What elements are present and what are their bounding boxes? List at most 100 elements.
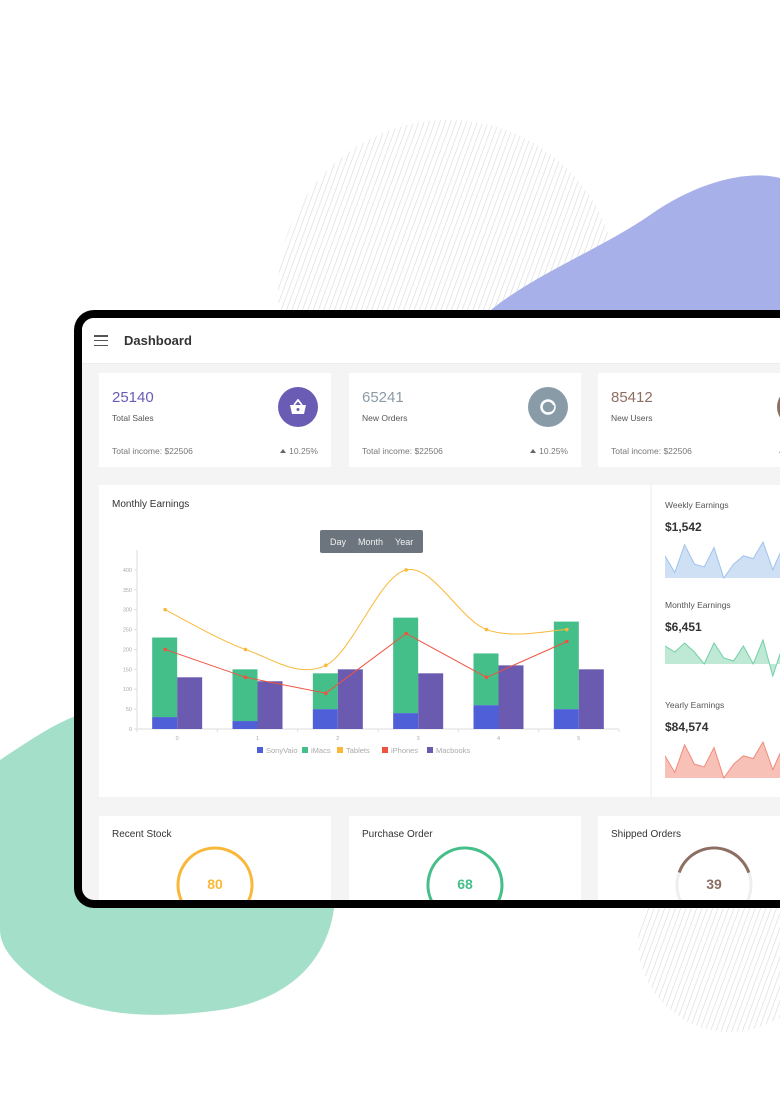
range-day-button[interactable]: Day xyxy=(324,537,352,547)
x-tick-label: 1 xyxy=(256,736,259,742)
point-tablets xyxy=(484,627,489,632)
stat-card-new-users: 85412 New Users Total income: $22506 10.… xyxy=(598,373,780,467)
legend-swatch xyxy=(257,747,263,753)
point-tablets xyxy=(243,647,248,652)
card-title: Shipped Orders xyxy=(611,829,682,840)
stat-label: Total Sales xyxy=(112,413,154,423)
legend-swatch xyxy=(427,747,433,753)
earnings-summary-card: Weekly Earnings $1,542 Monthly Earnings … xyxy=(652,485,780,797)
bar-sonyvaio xyxy=(152,717,178,729)
stat-income: Total income: $22506 xyxy=(112,446,193,456)
stat-card-total-sales: 25140 Total Sales Total income: $22506 1… xyxy=(99,373,331,467)
stat-value: 25140 xyxy=(112,389,154,406)
point-tablets xyxy=(404,568,408,572)
bar-imacs xyxy=(473,653,499,706)
yearly-earnings-value: $84,574 xyxy=(665,720,709,734)
bar-macbooks xyxy=(257,681,283,729)
legend-item-iphones: iPhones xyxy=(382,746,418,755)
bar-macbooks xyxy=(498,665,524,729)
legend-swatch xyxy=(337,747,343,753)
weekly-earnings-value: $1,542 xyxy=(665,520,702,534)
bar-sonyvaio xyxy=(473,705,499,729)
stat-change: 10.25% xyxy=(530,446,568,456)
stat-income: Total income: $22506 xyxy=(362,446,443,456)
stat-label: New Orders xyxy=(362,413,408,423)
point-iphones xyxy=(484,675,489,680)
legend-label: iPhones xyxy=(391,746,418,755)
bar-sonyvaio xyxy=(232,721,258,729)
gauge-track xyxy=(675,846,753,900)
bar-sonyvaio xyxy=(312,709,338,729)
stat-label: New Users xyxy=(611,413,653,423)
y-tick-label: 400 xyxy=(123,568,132,574)
trend-up-icon xyxy=(530,449,537,453)
bar-macbooks xyxy=(177,677,203,729)
legend-item-tablets: Tablets xyxy=(337,746,370,755)
x-tick-label: 4 xyxy=(497,736,500,742)
gauge-value: 80 xyxy=(207,876,223,892)
legend-label: Macbooks xyxy=(436,746,470,755)
point-iphones xyxy=(324,691,328,695)
bar-macbooks xyxy=(337,669,363,729)
hamburger-icon[interactable] xyxy=(94,335,108,346)
bar-macbooks xyxy=(418,673,444,729)
gauge-track xyxy=(426,846,504,900)
legend-item-sonyvaio: SonyVaio xyxy=(257,746,298,755)
range-month-button[interactable]: Month xyxy=(352,537,389,547)
x-tick-label: 2 xyxy=(336,736,339,742)
card-title: Monthly Earnings xyxy=(112,499,190,510)
legend-swatch xyxy=(302,747,308,753)
legend-label: Tablets xyxy=(346,746,370,755)
bar-macbooks xyxy=(578,669,604,729)
line-tablets xyxy=(164,569,567,671)
gauge-track xyxy=(176,846,254,900)
point-iphones xyxy=(243,675,248,680)
legend-item-macbooks: Macbooks xyxy=(427,746,470,755)
gauge-value: 39 xyxy=(706,876,722,892)
y-tick-label: 0 xyxy=(129,727,132,733)
pie-chart-icon xyxy=(528,387,568,427)
stat-value: 85412 xyxy=(611,389,653,406)
stat-change: 10.25% xyxy=(280,446,318,456)
x-tick-label: 3 xyxy=(417,736,420,742)
point-tablets xyxy=(565,627,569,632)
point-iphones xyxy=(404,631,408,636)
bar-sonyvaio xyxy=(553,709,579,729)
weekly-earnings-title: Weekly Earnings xyxy=(665,500,729,510)
shipped-orders-card: Shipped Orders 39 xyxy=(598,816,780,900)
gauge-value: 68 xyxy=(457,876,473,892)
stat-value: 65241 xyxy=(362,389,404,406)
stat-change-value: 10.25% xyxy=(289,446,318,456)
y-tick-label: 100 xyxy=(123,687,132,693)
point-iphones xyxy=(565,639,569,644)
monthly-earnings-value: $6,451 xyxy=(665,620,702,634)
monthly-earnings-sparkline xyxy=(665,638,780,678)
legend-label: iMacs xyxy=(311,746,331,755)
range-year-button[interactable]: Year xyxy=(389,537,419,547)
stat-income: Total income: $22506 xyxy=(611,446,692,456)
bar-imacs xyxy=(553,621,579,710)
y-tick-label: 150 xyxy=(123,667,132,673)
trend-up-icon xyxy=(280,449,287,453)
dashboard-screen: Dashboard 25140 Total Sales Total income… xyxy=(82,318,780,900)
monthly-earnings-title: Monthly Earnings xyxy=(665,600,731,610)
x-tick-label: 5 xyxy=(577,736,580,742)
bar-sonyvaio xyxy=(393,713,419,729)
y-tick-label: 350 xyxy=(123,588,132,594)
y-tick-label: 200 xyxy=(123,647,132,653)
point-tablets xyxy=(163,607,167,612)
top-bar: Dashboard xyxy=(82,318,780,364)
y-tick-label: 300 xyxy=(123,608,132,614)
page-title: Dashboard xyxy=(124,333,192,348)
monthly-earnings-card: 0 50 100 150 200 250 300 350 400 0 1 2 3 4 5 SonyVaio iM… xyxy=(99,485,650,797)
legend-item-imacs: iMacs xyxy=(302,746,331,755)
yearly-earnings-sparkline xyxy=(665,740,780,780)
card-title: Recent Stock xyxy=(112,829,172,840)
yearly-earnings-title: Yearly Earnings xyxy=(665,700,725,710)
range-toggle: Day Month Year xyxy=(320,530,424,553)
point-tablets xyxy=(324,663,328,668)
purchase-order-card: Purchase Order 68 xyxy=(349,816,581,900)
x-tick-label: 0 xyxy=(176,736,179,742)
legend-label: SonyVaio xyxy=(266,746,298,755)
stat-change-value: 10.25% xyxy=(539,446,568,456)
